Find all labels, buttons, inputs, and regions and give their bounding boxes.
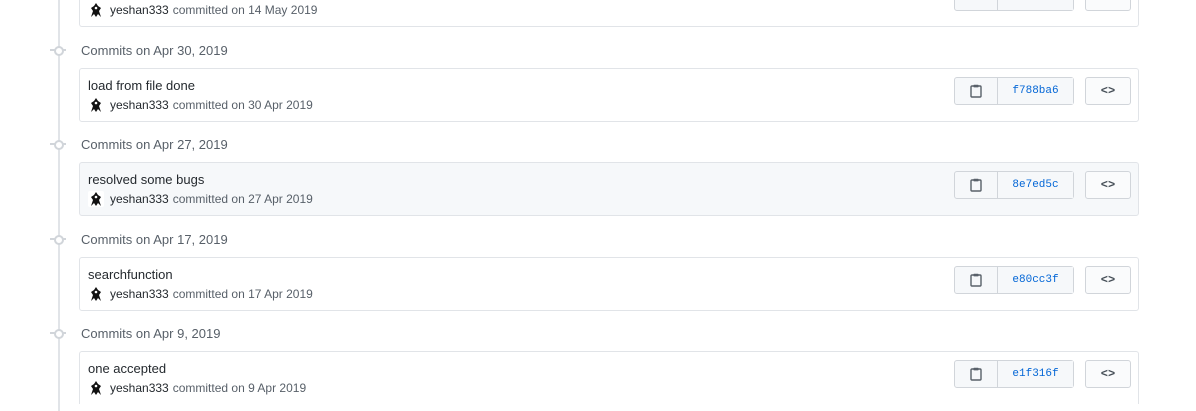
avatar[interactable] xyxy=(88,191,104,207)
clipboard-icon xyxy=(970,178,982,192)
sha-button-group: e1f316f xyxy=(954,360,1074,388)
commit-row: resolved some bugs yeshan333 committed o… xyxy=(79,162,1139,216)
commit-group-header: Commits on Apr 30, 2019 xyxy=(50,40,228,60)
clipboard-icon xyxy=(970,273,982,287)
commit-meta: yeshan333 committed on 27 Apr 2019 xyxy=(88,191,313,207)
commit-sha-link[interactable]: e1f316f xyxy=(998,361,1073,387)
commit-group-header: Commits on Apr 9, 2019 xyxy=(50,323,220,343)
commit-date: committed on 30 Apr 2019 xyxy=(172,98,313,112)
copy-sha-button[interactable] xyxy=(955,78,998,104)
commit-meta: yeshan333 committed on 14 May 2019 xyxy=(88,2,317,18)
commit-author[interactable]: yeshan333 xyxy=(110,287,169,301)
commit-meta: yeshan333 committed on 9 Apr 2019 xyxy=(88,380,306,396)
commit-sha-link[interactable]: 8e7ed5c xyxy=(998,172,1073,198)
commit-group-date: Commits on Apr 30, 2019 xyxy=(81,42,228,58)
avatar[interactable] xyxy=(88,286,104,302)
timeline-node-icon xyxy=(50,138,66,150)
commit-date: committed on 9 Apr 2019 xyxy=(172,381,307,395)
commit-author[interactable]: yeshan333 xyxy=(110,381,169,395)
commit-group-date: Commits on Apr 27, 2019 xyxy=(81,136,228,152)
timeline-line xyxy=(58,0,60,411)
commit-group-date: Commits on Apr 9, 2019 xyxy=(81,325,221,341)
browse-repo-button[interactable]: <> xyxy=(1085,77,1131,105)
commit-row: one accepted yeshan333 committed on 9 Ap… xyxy=(79,351,1139,404)
commit-message[interactable]: resolved some bugs xyxy=(88,172,204,187)
commit-meta: yeshan333 committed on 17 Apr 2019 xyxy=(88,286,313,302)
clipboard-icon xyxy=(970,367,982,381)
commit-group-header: Commits on Apr 27, 2019 xyxy=(50,134,228,154)
commit-date: committed on 27 Apr 2019 xyxy=(172,192,313,206)
copy-sha-button[interactable] xyxy=(955,172,998,198)
commit-author[interactable]: yeshan333 xyxy=(110,98,169,112)
browse-repo-button[interactable]: <> xyxy=(1085,266,1131,294)
sha-button-group: f7c5c1e xyxy=(954,0,1074,11)
commit-sha-link[interactable]: f7c5c1e xyxy=(998,0,1073,10)
commit-author[interactable]: yeshan333 xyxy=(110,192,169,206)
commit-row: load from file done yeshan333 committed … xyxy=(79,68,1139,122)
commit-author[interactable]: yeshan333 xyxy=(110,3,169,17)
commit-date: committed on 14 May 2019 xyxy=(172,3,318,17)
copy-sha-button[interactable] xyxy=(955,267,998,293)
sha-button-group: f788ba6 xyxy=(954,77,1074,105)
avatar[interactable] xyxy=(88,380,104,396)
timeline-node-icon xyxy=(50,327,66,339)
commit-sha-link[interactable]: e80cc3f xyxy=(998,267,1073,293)
commit-row: yeshan333 committed on 14 May 2019 f7c5c… xyxy=(79,0,1139,27)
commit-meta: yeshan333 committed on 30 Apr 2019 xyxy=(88,97,313,113)
commit-row: searchfunction yeshan333 committed on 17… xyxy=(79,257,1139,311)
sha-button-group: 8e7ed5c xyxy=(954,171,1074,199)
sha-button-group: e80cc3f xyxy=(954,266,1074,294)
commit-message[interactable]: searchfunction xyxy=(88,267,173,282)
commit-sha-link[interactable]: f788ba6 xyxy=(998,78,1073,104)
timeline-node-icon xyxy=(50,233,66,245)
commit-group-header: Commits on Apr 17, 2019 xyxy=(50,229,228,249)
timeline-node-icon xyxy=(50,44,66,56)
commit-date: committed on 17 Apr 2019 xyxy=(172,287,313,301)
commit-group-date: Commits on Apr 17, 2019 xyxy=(81,231,228,247)
avatar[interactable] xyxy=(88,97,104,113)
commit-message[interactable]: one accepted xyxy=(88,361,166,376)
browse-repo-button[interactable]: <> xyxy=(1085,0,1131,11)
copy-sha-button[interactable] xyxy=(955,0,998,10)
commit-message[interactable]: load from file done xyxy=(88,78,195,93)
avatar[interactable] xyxy=(88,2,104,18)
copy-sha-button[interactable] xyxy=(955,361,998,387)
browse-repo-button[interactable]: <> xyxy=(1085,360,1131,388)
clipboard-icon xyxy=(970,84,982,98)
browse-repo-button[interactable]: <> xyxy=(1085,171,1131,199)
